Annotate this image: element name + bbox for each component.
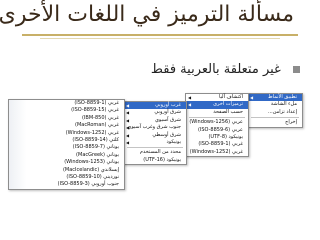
- submenu-arrow-icon: ◀: [126, 125, 130, 131]
- menu-item-label: يوناني (MacGreek): [76, 151, 119, 158]
- menu-item-label: محدد من المستخدم: [139, 149, 181, 156]
- main-context-menu: تطبيق الأنماط ◀ ملء الشاشة إعداد تزامن...…: [247, 93, 303, 128]
- menu-item-label: ملء الشاشة: [270, 101, 297, 108]
- menu-item-label: إيسلاندي (MacIcelandic): [62, 166, 119, 173]
- menu-item-label: جنوب أوروبي (ISO-8859-3): [57, 181, 119, 188]
- menu-item-label: غربي (MacRoman): [75, 122, 119, 129]
- menu-item-by-page[interactable]: حسب الصفحة: [186, 109, 248, 116]
- menu-item-arabic-1256[interactable]: عربي (Windows-1256): [186, 119, 248, 126]
- menu-item-western-iso[interactable]: غربي (ISO-8859-1): [186, 141, 248, 148]
- submenu-arrow-icon: ◀: [250, 95, 254, 100]
- menu-item-other-encodings[interactable]: ترميزات أخرى ◀: [186, 101, 248, 109]
- menu-item-encoding[interactable]: جنوب أوروبي (ISO-8859-3): [9, 181, 124, 188]
- menu-item-label: شرق آسيوي: [154, 116, 181, 123]
- menu-item-encoding[interactable]: كلتي (ISO-8859-14): [9, 137, 124, 144]
- bullet-row: غير متعلقة بالعربية فقط: [151, 62, 300, 77]
- slide-title: مسألة الترميز في اللغات الأخرى: [0, 2, 294, 27]
- menu-item-label: يونيكود (UTF-8): [208, 133, 243, 140]
- menu-item-label: غربي (ISO-8859-15): [71, 107, 119, 114]
- title-underline: [22, 34, 298, 36]
- menu-item-label: إخراج: [285, 119, 297, 126]
- menu-item-label: اكتشاف آليا: [219, 94, 243, 100]
- encoding-submenu: اكتشاف آليا ◀ ترميزات أخرى ◀ حسب الصفحة عر…: [185, 93, 249, 158]
- menu-item-label: ترميزات أخرى: [213, 101, 243, 108]
- menu-item-eastern-european[interactable]: شرق أوروبي ◀: [124, 109, 186, 116]
- western-encodings-submenu: غربي (ISO-8859-1) غربي (ISO-8859-15) غرب…: [8, 99, 125, 190]
- menu-item-label: يوناني (Windows-1253): [64, 159, 119, 166]
- menu-item-utf8[interactable]: يونيكود (UTF-8): [186, 134, 248, 141]
- submenu-arrow-icon: ◀: [188, 95, 192, 100]
- menu-item-southeast-west-asian[interactable]: جنوب شرق وغرب آسيوي ◀: [124, 124, 186, 131]
- menu-item-unicode[interactable]: يونيكود ◀: [124, 139, 186, 146]
- title-underline-secondary: [40, 38, 280, 39]
- menu-item-label: غربي (ISO-8859-1): [198, 141, 243, 148]
- menu-item-label: كلتي (ISO-8859-14): [72, 136, 119, 143]
- menu-item-label: شرق أوروبي: [154, 109, 181, 116]
- menu-item-fullscreen[interactable]: ملء الشاشة: [248, 101, 302, 108]
- menu-item-apply-styles[interactable]: تطبيق الأنماط ◀: [248, 94, 302, 102]
- submenu-arrow-icon: ◀: [126, 103, 130, 108]
- menu-item-label: غربي (Windows-1252): [189, 148, 243, 155]
- menu-item-utf16[interactable]: يونيكود (UTF-16): [124, 157, 186, 164]
- menu-item-arabic-iso[interactable]: عربي (ISO-8859-6): [186, 127, 248, 134]
- menu-item-label: إعداد تزامن...: [268, 108, 297, 115]
- menu-separator: [251, 117, 299, 119]
- menu-item-label: يوناني (ISO-8859-7): [72, 144, 119, 151]
- menu-item-label: غرب أوروبي: [155, 102, 181, 108]
- menu-item-user-defined[interactable]: محدد من المستخدم: [124, 149, 186, 156]
- menu-item-encoding[interactable]: يوناني (Windows-1253): [9, 159, 124, 166]
- menu-item-encoding[interactable]: غربي (MacRoman): [9, 122, 124, 129]
- menu-item-label: غربي (ISO-8859-1): [74, 100, 119, 106]
- regions-submenu: غرب أوروبي ◀ شرق أوروبي ◀ شرق آسيوي ◀ جنوب …: [123, 101, 187, 166]
- menu-item-middle-eastern[interactable]: شرق أوسطي ◀: [124, 132, 186, 139]
- submenu-arrow-icon: ◀: [126, 139, 130, 145]
- submenu-arrow-icon: ◀: [126, 110, 130, 116]
- menu-item-encoding[interactable]: غربي (IBM-850): [9, 115, 124, 122]
- menu-item-label: تطبيق الأنماط: [268, 94, 297, 100]
- submenu-arrow-icon: ◀: [188, 102, 192, 108]
- menu-item-label: جنوب شرق وغرب آسيوي: [127, 124, 181, 131]
- menu-item-encoding[interactable]: يوناني (ISO-8859-7): [9, 144, 124, 151]
- menu-item-label: عربي (Windows-1256): [189, 119, 243, 126]
- menu-item-encoding[interactable]: غربي (Windows-1252): [9, 130, 124, 137]
- menu-item-label: نورديني (ISO-8859-10): [66, 173, 119, 180]
- menu-item-encoding[interactable]: إيسلاندي (MacIcelandic): [9, 167, 124, 174]
- bullet-square-icon: [293, 66, 300, 73]
- menu-item-sync-settings[interactable]: إعداد تزامن...: [248, 109, 302, 116]
- menu-item-encoding[interactable]: غربي (ISO-8859-15): [9, 107, 124, 114]
- menu-item-exit[interactable]: إخراج: [248, 119, 302, 126]
- menu-item-label: غربي (Windows-1252): [65, 129, 119, 136]
- menu-item-western-1252[interactable]: غربي (Windows-1252): [186, 149, 248, 156]
- submenu-arrow-icon: ◀: [126, 132, 130, 138]
- bullet-text: غير متعلقة بالعربية فقط: [150, 62, 281, 77]
- menu-item-label: حسب الصفحة: [213, 108, 243, 115]
- menu-item-label: عربي (ISO-8859-6): [197, 126, 243, 133]
- menu-item-label: غربي (IBM-850): [81, 114, 119, 121]
- menu-item-label: يونيكود: [166, 138, 181, 145]
- menu-separator: [189, 117, 245, 119]
- menu-item-label: شرق أوسطي: [152, 131, 181, 138]
- menu-item-encoding[interactable]: غربي (ISO-8859-1): [9, 100, 124, 107]
- menu-separator: [127, 147, 183, 149]
- menu-item-label: يونيكود (UTF-16): [143, 156, 181, 163]
- menu-item-encoding[interactable]: يوناني (MacGreek): [9, 152, 124, 159]
